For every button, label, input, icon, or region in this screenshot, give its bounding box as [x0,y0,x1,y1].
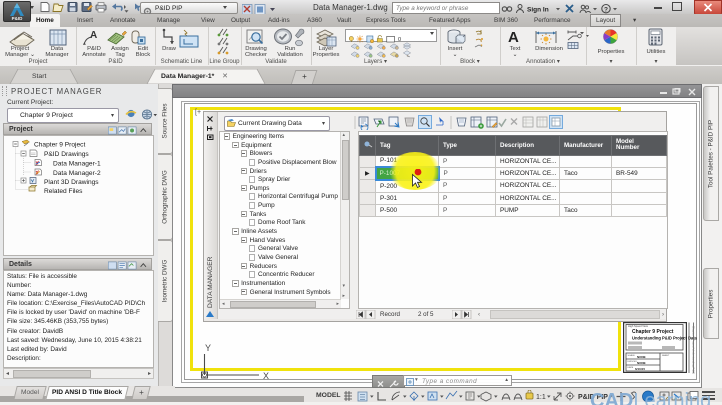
svg-text:Chapter 9 Project: Chapter 9 Project [632,329,674,335]
svg-text:SHEET: SHEET [662,355,670,357]
svg-text:High Speed View: High Speed View [628,324,648,328]
svg-text:6/10/15: 6/10/15 [635,367,645,371]
svg-text:DATE: DATE [628,366,634,369]
svg-text:Chapter 9 Project: Chapter 9 Project [34,142,85,149]
svg-text:Sign In: Sign In [527,6,549,13]
svg-text:Plant 3D Drawings: Plant 3D Drawings [44,179,99,186]
svg-text:NONE: NONE [637,355,646,359]
svg-text:X: X [263,371,269,381]
svg-text:P&ID Drawings: P&ID Drawings [44,151,89,158]
svg-text:Related Files: Related Files [44,188,83,195]
svg-text:SCALE: SCALE [628,354,636,357]
svg-text:Chapter 9 Project Understandin: Chapter 9 Project Understanding P&ID [692,326,696,374]
svg-text:A: A [90,30,97,41]
svg-text:NONE: NONE [637,361,646,365]
svg-text:Y: Y [205,343,211,353]
svg-text:1:1: 1:1 [536,394,546,401]
svg-text:Data Manager-1: Data Manager-1 [53,161,101,168]
svg-text:Understanding P&ID Project Dat: Understanding P&ID Project Data [632,336,698,341]
svg-text:?: ? [604,6,608,13]
svg-text:Data Manager-2: Data Manager-2 [53,170,101,177]
svg-text:P&ID: P&ID [12,16,24,21]
